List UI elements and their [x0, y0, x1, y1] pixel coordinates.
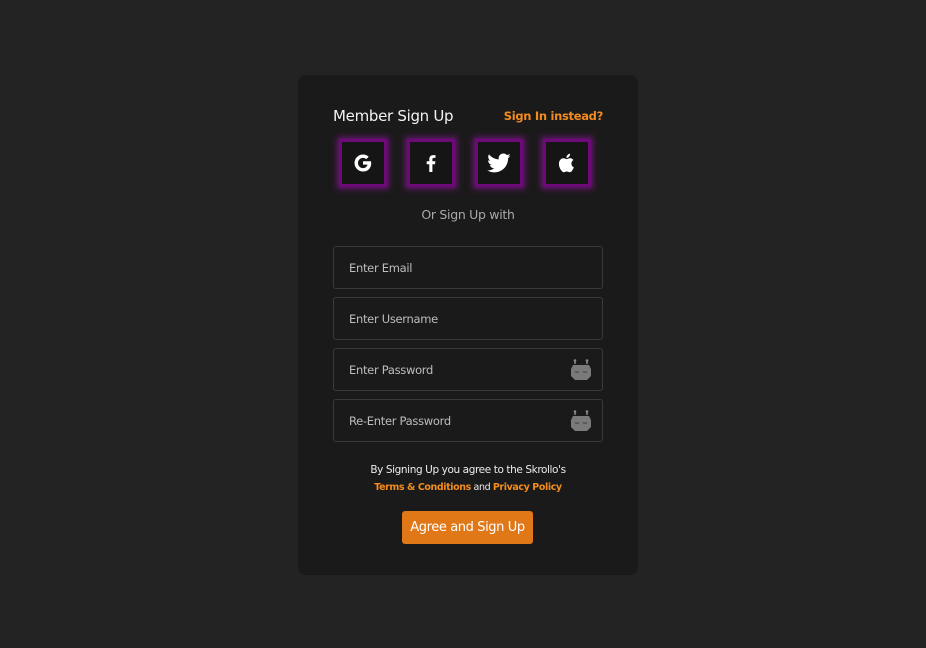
sign-in-link[interactable]: Sign In instead?	[504, 108, 604, 124]
show-confirm-password-toggle[interactable]	[569, 409, 593, 433]
confirm-password-field	[333, 399, 603, 442]
terms-links-line: Terms & Conditions and Privacy Policy	[298, 479, 638, 496]
facebook-icon	[426, 155, 436, 172]
robot-eyes-closed-icon	[571, 410, 591, 431]
page-title: Member Sign Up	[333, 107, 454, 125]
email-field	[333, 246, 603, 289]
privacy-policy-link[interactable]: Privacy Policy	[493, 482, 562, 493]
apple-icon	[558, 153, 574, 173]
twitter-signup-button[interactable]	[475, 139, 523, 187]
robot-eyes-closed-icon	[571, 359, 591, 380]
password-input[interactable]	[334, 349, 602, 390]
signup-card: Member Sign Up Sign In instead? Or Sign …	[298, 75, 638, 575]
show-password-toggle[interactable]	[569, 358, 593, 382]
social-separator-text: Or Sign Up with	[421, 207, 515, 222]
google-signup-button[interactable]	[339, 139, 387, 187]
card-header: Member Sign Up Sign In instead?	[333, 106, 603, 128]
username-input[interactable]	[334, 298, 602, 339]
terms-notice: By Signing Up you agree to the Skrollo's…	[298, 462, 638, 496]
facebook-signup-button[interactable]	[407, 139, 455, 187]
email-input[interactable]	[334, 247, 602, 288]
terms-conjunction: and	[473, 482, 491, 493]
terms-link[interactable]: Terms & Conditions	[374, 482, 471, 493]
google-icon	[354, 154, 372, 172]
agree-and-sign-up-button[interactable]: Agree and Sign Up	[402, 511, 533, 544]
username-field	[333, 297, 603, 340]
password-field	[333, 348, 603, 391]
twitter-icon	[487, 153, 511, 173]
confirm-password-input[interactable]	[334, 400, 602, 441]
social-signup-buttons	[339, 139, 597, 191]
apple-signup-button[interactable]	[543, 139, 591, 187]
terms-prefix: By Signing Up you agree to the Skrollo's	[370, 464, 566, 476]
